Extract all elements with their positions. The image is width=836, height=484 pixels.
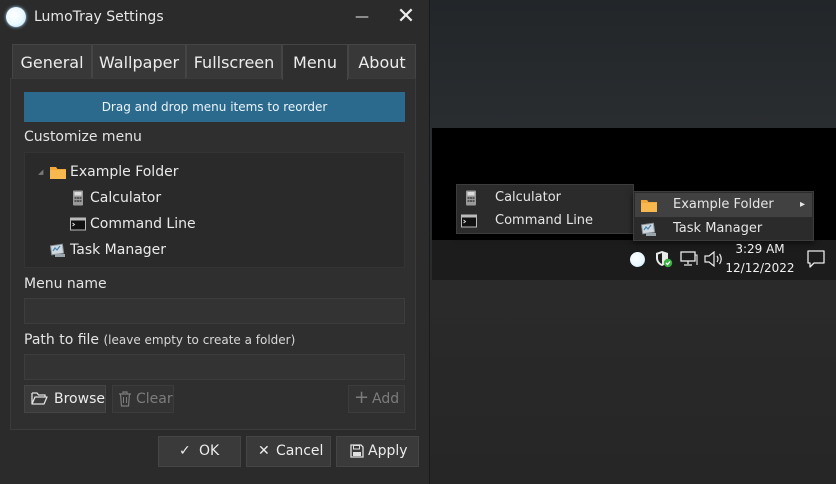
cancel-button[interactable]: ✕ Cancel — [246, 436, 331, 467]
check-icon: ✓ — [179, 443, 191, 459]
path-to-file-label: Path to file (leave empty to create a fo… — [24, 332, 295, 348]
add-button-label: Add — [372, 391, 400, 407]
ok-button[interactable]: ✓ OK — [158, 436, 241, 467]
apply-button[interactable]: Apply — [336, 436, 419, 467]
lumotray-icon[interactable] — [630, 252, 645, 267]
path-hint-text: (leave empty to create a folder) — [103, 333, 296, 347]
close-button[interactable]: ✕ — [386, 2, 426, 32]
tray-menu: Example Folder ▸ Task Manager — [633, 191, 814, 241]
folder-icon — [50, 167, 66, 179]
ok-button-label: OK — [199, 443, 220, 459]
command-line-icon — [461, 214, 477, 228]
tab-about[interactable]: About — [348, 44, 416, 79]
trash-icon — [119, 391, 131, 407]
submenu-item-label: Calculator — [495, 190, 562, 205]
submenu-item-command-line[interactable]: Command Line — [457, 209, 633, 233]
submenu-item-label: Command Line — [495, 213, 594, 228]
reorder-hint-banner: Drag and drop menu items to reorder — [24, 92, 405, 122]
tray-submenu: Calculator Command Line — [456, 184, 634, 234]
tab-wallpaper[interactable]: Wallpaper — [92, 44, 186, 79]
tree-item-example-folder[interactable]: Example Folder — [50, 160, 250, 184]
browse-button[interactable]: Browse — [24, 385, 106, 413]
menu-name-label: Menu name — [24, 276, 107, 292]
tree-item-label: Example Folder — [70, 164, 179, 180]
minimize-button[interactable]: — — [342, 2, 382, 32]
submenu-arrow-icon: ▸ — [800, 199, 806, 210]
settings-window: LumoTray Settings — ✕ General Wallpaper … — [0, 0, 430, 484]
tree-item-task-manager[interactable]: Task Manager — [50, 238, 250, 262]
expander-icon[interactable]: ◢ — [38, 168, 43, 176]
tray-menu-item-label: Example Folder — [673, 197, 774, 212]
customize-menu-label: Customize menu — [24, 129, 142, 145]
taskbar-date[interactable]: 12/12/2022 — [725, 261, 795, 275]
calculator-icon — [73, 190, 83, 206]
window-title: LumoTray Settings — [34, 9, 164, 25]
tray-menu-item-task-manager[interactable]: Task Manager — [635, 217, 812, 241]
task-manager-icon — [50, 243, 65, 257]
add-button[interactable]: + Add — [348, 385, 405, 413]
notification-icon[interactable] — [807, 250, 825, 268]
submenu-item-calculator[interactable]: Calculator — [457, 186, 633, 210]
tree-item-label: Command Line — [90, 216, 196, 232]
volume-icon[interactable] — [704, 251, 724, 267]
security-shield-icon[interactable] — [655, 250, 673, 268]
clear-button[interactable]: Clear — [112, 385, 174, 413]
task-manager-icon — [641, 222, 656, 236]
tree-item-command-line[interactable]: Command Line — [70, 212, 270, 236]
path-to-file-input[interactable] — [24, 354, 405, 380]
tray-menu-item-label: Task Manager — [673, 221, 763, 236]
command-line-icon — [70, 217, 86, 231]
apply-button-label: Apply — [368, 443, 408, 459]
browse-button-label: Browse — [54, 391, 105, 407]
taskbar-time[interactable]: 3:29 AM — [725, 242, 795, 256]
tree-item-label: Task Manager — [70, 242, 167, 258]
tray-menu-item-example-folder[interactable]: Example Folder ▸ — [635, 193, 812, 217]
title-bar[interactable]: LumoTray Settings — ✕ — [0, 0, 430, 34]
plus-icon: + — [354, 387, 370, 408]
network-icon[interactable] — [680, 251, 698, 267]
tab-general[interactable]: General — [12, 44, 92, 79]
clear-button-label: Clear — [136, 391, 173, 407]
folder-icon — [641, 200, 657, 212]
path-label-text: Path to file — [24, 332, 100, 348]
cancel-button-label: Cancel — [276, 443, 324, 459]
save-icon — [350, 444, 364, 458]
app-logo-icon — [6, 7, 26, 27]
calculator-icon — [466, 190, 476, 206]
x-icon: ✕ — [258, 443, 270, 459]
folder-open-icon — [31, 392, 48, 405]
tree-item-label: Calculator — [90, 190, 162, 206]
tab-fullscreen[interactable]: Fullscreen — [186, 44, 282, 79]
menu-name-input[interactable] — [24, 298, 405, 324]
tree-item-calculator[interactable]: Calculator — [70, 186, 270, 210]
tab-menu[interactable]: Menu — [282, 44, 348, 80]
